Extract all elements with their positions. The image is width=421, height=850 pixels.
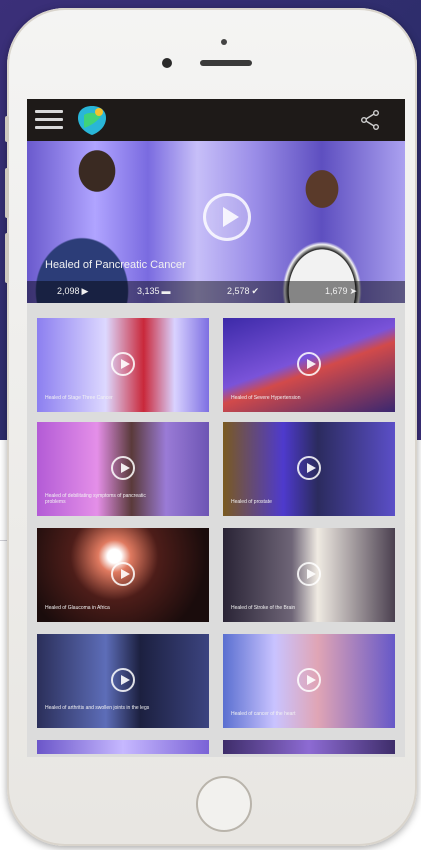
video-tile-caption: Healed of debilitating symptoms of pancr… [45, 493, 146, 505]
views-stat: 2,098 ▶ [57, 286, 89, 296]
video-tile[interactable]: Healed of Stage Three Cancer [37, 318, 209, 412]
app-screen: Healed of Pancreatic Cancer 2,098 ▶ 3,135… [27, 99, 405, 757]
video-tile[interactable]: Healed of Severe Hypertension [223, 318, 395, 412]
video-tile[interactable] [37, 740, 209, 754]
play-icon[interactable] [297, 562, 321, 586]
video-tile[interactable]: Healed of Stroke of the Brain [223, 528, 395, 622]
video-tile-caption: Healed of Severe Hypertension [231, 395, 301, 401]
play-icon[interactable] [111, 456, 135, 480]
video-tile-caption: Healed of Glaucoma in Africa [45, 605, 110, 611]
play-small-icon: ▶ [81, 286, 89, 296]
shares-stat: 1,679 ➤ [325, 286, 358, 296]
hamburger-menu-icon[interactable] [35, 110, 63, 130]
earpiece-speaker [200, 60, 252, 66]
hero-person-right [252, 141, 387, 303]
top-bar [27, 99, 405, 141]
comment-icon: ▬ [161, 286, 171, 296]
video-tile[interactable]: Healed of prostate [223, 422, 395, 516]
checks-stat: 2,578 ✔ [227, 286, 260, 296]
video-tile[interactable]: Healed of debilitating symptoms of pancr… [37, 422, 209, 516]
mute-switch [5, 116, 9, 142]
proximity-sensor [221, 39, 227, 45]
video-tile-caption: Healed of Stage Three Cancer [45, 395, 113, 401]
share-icon[interactable] [359, 109, 381, 131]
video-tile[interactable] [223, 740, 395, 754]
play-icon[interactable] [297, 352, 321, 376]
play-icon[interactable] [111, 352, 135, 376]
play-icon[interactable] [203, 193, 251, 241]
video-tile-caption: Healed of arthritis and swollen joints i… [45, 705, 150, 711]
check-icon: ✔ [251, 286, 260, 296]
play-icon[interactable] [297, 668, 321, 692]
front-camera [162, 58, 172, 68]
featured-video-title: Healed of Pancreatic Cancer [45, 259, 186, 271]
featured-video[interactable]: Healed of Pancreatic Cancer 2,098 ▶ 3,135… [27, 141, 405, 303]
comments-stat: 3,135 ▬ [137, 286, 171, 296]
video-tile[interactable]: Healed of arthritis and swollen joints i… [37, 634, 209, 728]
app-logo[interactable] [75, 103, 109, 137]
share-small-icon: ➤ [349, 286, 358, 296]
video-tile[interactable]: Healed of Glaucoma in Africa [37, 528, 209, 622]
video-tile[interactable]: Healed of cancer of the heart [223, 634, 395, 728]
video-tile-caption: Healed of Stroke of the Brain [231, 605, 296, 611]
volume-up-button [5, 168, 9, 218]
video-tile-caption: Healed of cancer of the heart [231, 711, 296, 717]
play-icon[interactable] [111, 562, 135, 586]
hero-person-left [27, 141, 145, 303]
home-button[interactable] [196, 776, 252, 832]
volume-down-button [5, 233, 9, 283]
featured-video-stats: 2,098 ▶ 3,135 ▬ 2,578 ✔ 1,679 ➤ [27, 281, 405, 303]
play-icon[interactable] [297, 456, 321, 480]
video-tile-caption: Healed of prostate [231, 499, 272, 505]
play-icon[interactable] [111, 668, 135, 692]
